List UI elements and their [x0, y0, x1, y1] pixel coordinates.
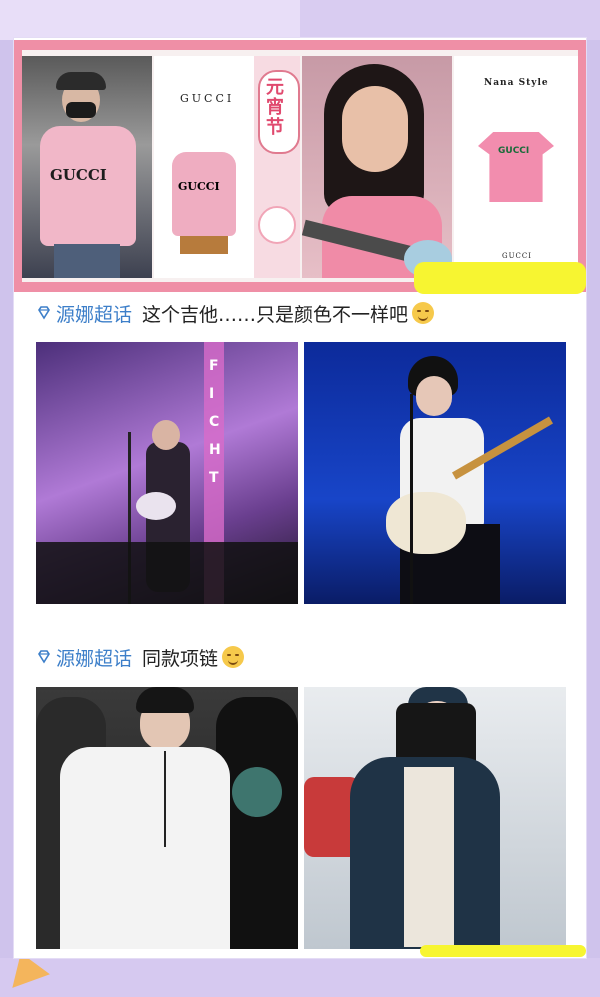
necklace	[164, 751, 166, 847]
girl-face	[342, 86, 408, 172]
mic-stand	[410, 394, 413, 604]
gucci-sweatshirt-product[interactable]: GUCCI GUCCI	[154, 56, 254, 278]
post-text: 同款项链	[142, 647, 219, 670]
nana-style-label: Nana Style	[484, 78, 549, 88]
lantern-icon: 元宵节	[258, 70, 300, 154]
product-tee: GUCCI	[478, 132, 554, 202]
stage-floor	[36, 542, 298, 604]
photo-girl-guitar[interactable]	[302, 56, 452, 278]
photo-airport-cap[interactable]	[304, 687, 566, 949]
bg-bottom-tile	[0, 958, 600, 997]
gucci-logo: GUCCI	[180, 92, 235, 105]
gucci-small-logo: GUCCI	[502, 252, 532, 260]
highlight-mark	[414, 262, 586, 294]
guitar-body	[386, 492, 466, 554]
topic-link[interactable]: 源娜超话	[56, 300, 132, 327]
diamond-icon	[38, 650, 50, 664]
highlight-mark	[420, 945, 586, 957]
product-print: GUCCI	[178, 180, 220, 193]
figure-jeans	[54, 244, 120, 278]
diamond-icon	[38, 306, 50, 320]
gucci-tee-product[interactable]: Nana Style GUCCI GUCCI	[454, 56, 578, 278]
bg-left-top-tile	[0, 0, 300, 40]
post-caption-2: 源娜超话 同款项链	[36, 640, 245, 674]
person-hair	[136, 687, 194, 713]
figure-mask	[66, 102, 96, 118]
photo-white-shirt-necklace[interactable]	[36, 687, 298, 949]
tee-print: GUCCI	[498, 146, 530, 156]
smile-emoji-icon	[222, 646, 245, 668]
post-caption-1: 源娜超话 这个吉他……只是颜色不一样吧	[36, 296, 435, 330]
outfit-collage: GUCCI GUCCI GUCCI 元宵节 Nana Style GUCCI G…	[14, 40, 586, 292]
photo-concert-blue[interactable]	[304, 342, 566, 604]
product-sweatshirt: GUCCI	[172, 152, 236, 236]
topic-link[interactable]: 源娜超话	[56, 644, 132, 671]
stage-sign: FICHT	[209, 358, 221, 486]
sweatshirt-print: GUCCI	[50, 166, 107, 184]
figure-cap	[56, 72, 106, 90]
smile-emoji-icon	[412, 302, 435, 324]
guitar	[136, 492, 176, 520]
tshirt-graphic	[232, 767, 282, 817]
performer-face	[416, 376, 452, 416]
rice-ball-icon	[258, 206, 296, 244]
white-shirt	[60, 747, 230, 949]
product-pants	[180, 236, 228, 254]
inner-tee	[404, 767, 454, 947]
festival-title: 元宵节	[266, 77, 284, 138]
post-text: 这个吉他……只是颜色不一样吧	[142, 303, 409, 326]
performer-head	[152, 420, 180, 450]
photo-concert-purple[interactable]: FICHT	[36, 342, 298, 604]
figure-sweatshirt: GUCCI	[40, 126, 136, 246]
festival-badge: 元宵节	[254, 56, 300, 278]
bg-right-top-tile	[300, 0, 600, 40]
photo-pink-sweatshirt[interactable]: GUCCI	[22, 56, 152, 278]
